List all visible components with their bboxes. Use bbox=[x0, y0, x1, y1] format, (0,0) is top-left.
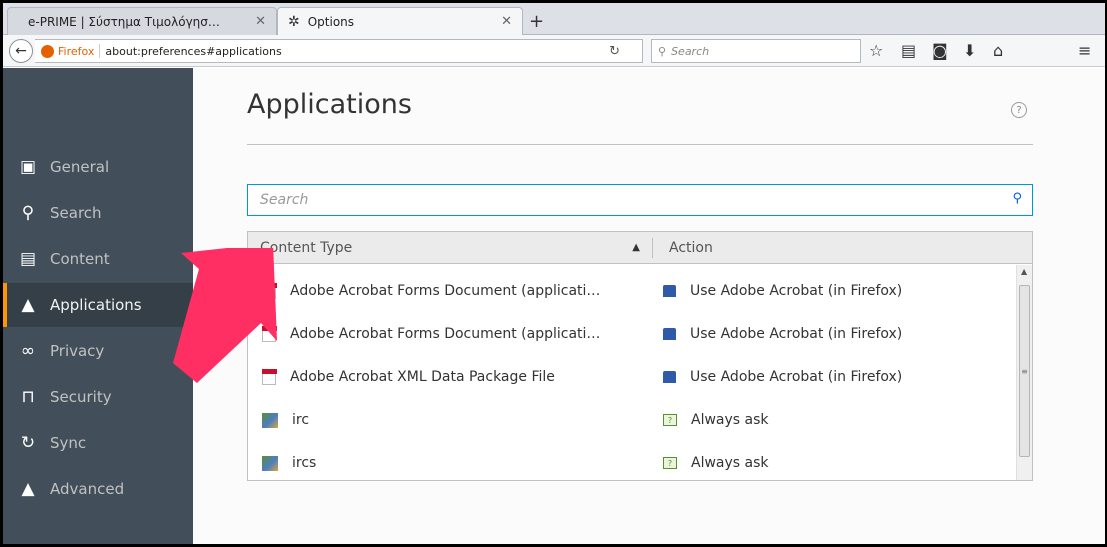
sidebar-item-label: Security bbox=[50, 388, 112, 406]
action-cell[interactable]: Use Adobe Acrobat (in Firefox) bbox=[690, 283, 902, 299]
general-icon: ▣ bbox=[19, 157, 37, 177]
menu-icon[interactable]: ≡ bbox=[1078, 41, 1091, 60]
new-tab-button[interactable]: + bbox=[529, 11, 544, 32]
adobe-acrobat-icon bbox=[663, 285, 676, 297]
tab-strip: e-PRIME | Σύστημα Τιμολόγησ… ✕ ✲ Options… bbox=[3, 3, 1105, 35]
tab-eprime[interactable]: e-PRIME | Σύστημα Τιμολόγησ… ✕ bbox=[7, 7, 277, 35]
adobe-acrobat-icon bbox=[663, 328, 676, 340]
bookmark-star-icon[interactable]: ☆ bbox=[869, 41, 883, 60]
scroll-up-icon[interactable]: ▲ bbox=[1021, 267, 1027, 276]
close-tab-icon[interactable]: ✕ bbox=[501, 14, 512, 29]
gear-icon: ✲ bbox=[288, 13, 300, 30]
content-icon: ▤ bbox=[19, 249, 37, 269]
table-row[interactable]: ircs ? Always ask bbox=[248, 442, 1016, 480]
table-row[interactable]: Adobe Acrobat XML Data Package File Use … bbox=[248, 356, 1016, 398]
title-divider bbox=[247, 144, 1033, 145]
home-icon[interactable]: ⌂ bbox=[993, 41, 1003, 60]
ask-icon: ? bbox=[663, 457, 677, 469]
content-type-cell: Adobe Acrobat Forms Document (applicati… bbox=[290, 283, 601, 299]
table-row[interactable]: irc ? Always ask bbox=[248, 399, 1016, 441]
browser-window: e-PRIME | Σύστημα Τιμολόγησ… ✕ ✲ Options… bbox=[3, 3, 1105, 544]
preferences-main-pane: Applications ? Search ⚲ Content Type ▲ A… bbox=[193, 68, 1105, 544]
page-title: Applications bbox=[247, 89, 412, 120]
sidebar-item-label: Privacy bbox=[50, 342, 105, 360]
wizard-hat-icon: ▲ bbox=[21, 479, 35, 499]
sidebar-item-label: Advanced bbox=[50, 480, 125, 498]
sidebar-item-search[interactable]: ⚲ Search bbox=[3, 191, 193, 235]
firefox-icon bbox=[41, 44, 54, 58]
applications-icon: ▲ bbox=[21, 295, 35, 315]
sidebar-item-label: Content bbox=[50, 250, 110, 268]
back-arrow-icon: ← bbox=[15, 43, 27, 59]
back-button[interactable]: ← bbox=[9, 39, 33, 63]
url-separator bbox=[99, 44, 101, 58]
sidebar-item-label: Applications bbox=[50, 296, 142, 314]
lock-icon: ⊓ bbox=[21, 387, 35, 407]
sidebar-item-advanced[interactable]: ▲ Advanced bbox=[3, 467, 193, 511]
search-icon: ⚲ bbox=[1012, 191, 1022, 206]
content-type-cell: ircs bbox=[292, 455, 317, 471]
reload-icon[interactable]: ↻ bbox=[609, 44, 620, 59]
sidebar-item-general[interactable]: ▣ General bbox=[3, 145, 193, 189]
tab-title: e-PRIME | Σύστημα Τιμολόγησ… bbox=[28, 14, 220, 29]
sort-ascending-icon: ▲ bbox=[632, 241, 640, 253]
sync-icon: ↻ bbox=[20, 433, 36, 453]
sidebar-item-label: General bbox=[50, 158, 110, 176]
filter-placeholder: Search bbox=[260, 192, 309, 208]
download-icon[interactable]: ⬇ bbox=[963, 41, 976, 60]
privacy-mask-icon: ∞ bbox=[20, 341, 36, 361]
pocket-icon[interactable]: ◙ bbox=[932, 41, 948, 60]
adobe-acrobat-icon bbox=[663, 371, 676, 383]
column-header-action[interactable]: Action bbox=[653, 240, 713, 256]
content-type-cell: Adobe Acrobat Forms Document (applicati… bbox=[290, 326, 601, 342]
action-cell[interactable]: Always ask bbox=[691, 455, 769, 471]
table-scrollbar[interactable]: ▲ ≡ bbox=[1016, 265, 1032, 480]
identity-label: Firefox bbox=[58, 44, 95, 58]
sidebar-item-label: Search bbox=[50, 204, 102, 222]
irc-icon bbox=[262, 412, 278, 428]
reading-list-icon[interactable]: ▤ bbox=[901, 41, 916, 60]
content-type-cell: Adobe Acrobat XML Data Package File bbox=[290, 369, 555, 385]
search-icon: ⚲ bbox=[658, 44, 667, 58]
action-cell[interactable]: Always ask bbox=[691, 412, 769, 428]
ask-icon: ? bbox=[663, 414, 677, 426]
scroll-thumb[interactable]: ≡ bbox=[1019, 285, 1030, 457]
table-header: Content Type ▲ Action bbox=[248, 232, 1032, 264]
content-type-cell: irc bbox=[292, 412, 310, 428]
tab-options[interactable]: ✲ Options ✕ bbox=[277, 7, 523, 35]
url-text[interactable]: about:preferences#applications bbox=[105, 45, 281, 58]
sidebar-item-label: Sync bbox=[50, 434, 87, 452]
tab-title: Options bbox=[307, 14, 355, 29]
action-cell[interactable]: Use Adobe Acrobat (in Firefox) bbox=[690, 369, 902, 385]
table-row[interactable]: Adobe Acrobat Forms Document (applicati…… bbox=[248, 313, 1016, 355]
browser-search-input[interactable]: ⚲ Search bbox=[651, 39, 861, 63]
sidebar-item-sync[interactable]: ↻ Sync bbox=[3, 421, 193, 465]
action-cell[interactable]: Use Adobe Acrobat (in Firefox) bbox=[690, 326, 902, 342]
close-tab-icon[interactable]: ✕ bbox=[255, 14, 266, 29]
annotation-arrow bbox=[173, 248, 277, 383]
url-bar[interactable]: Firefox about:preferences#applications ↻ bbox=[35, 39, 643, 63]
table-row[interactable]: Adobe Acrobat Forms Document (applicati…… bbox=[248, 270, 1016, 312]
help-icon[interactable]: ? bbox=[1011, 102, 1027, 118]
applications-filter-input[interactable]: Search ⚲ bbox=[247, 184, 1033, 216]
search-placeholder: Search bbox=[671, 44, 710, 58]
navigation-toolbar: ← Firefox about:preferences#applications… bbox=[3, 35, 1105, 67]
search-icon: ⚲ bbox=[21, 203, 35, 223]
irc-icon bbox=[262, 455, 278, 471]
column-header-label: Action bbox=[669, 239, 713, 256]
handlers-table: Content Type ▲ Action Adobe Acrobat Form… bbox=[247, 231, 1033, 481]
